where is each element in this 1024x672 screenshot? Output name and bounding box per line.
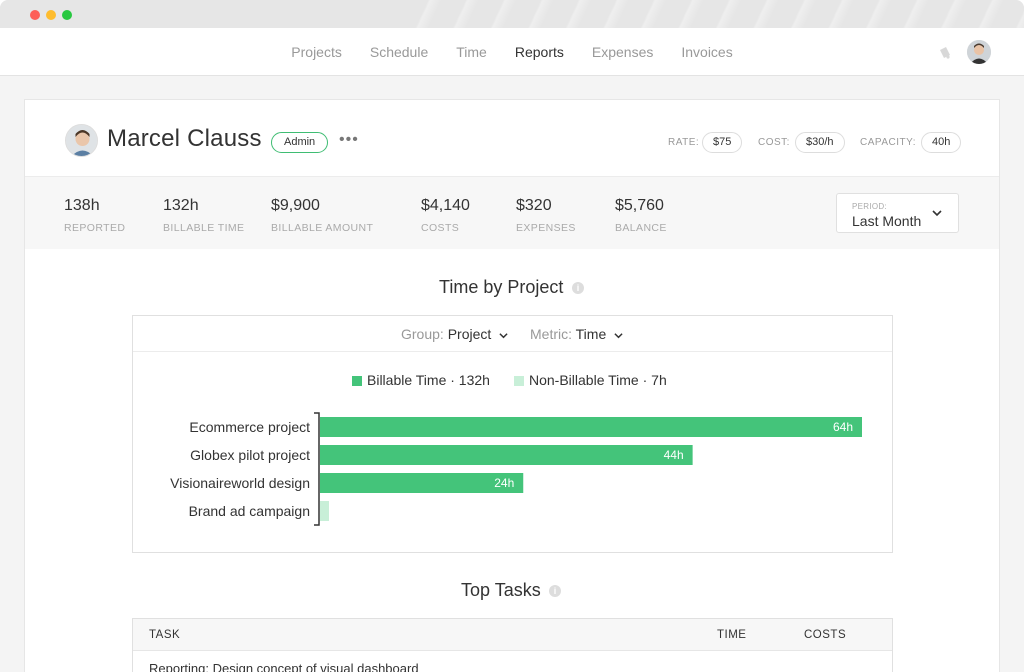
stat-reported: 138h REPORTED [64, 197, 125, 234]
stat-label: BILLABLE TIME [163, 222, 245, 234]
nav-invoices[interactable]: Invoices [681, 44, 732, 60]
maximize-window-button[interactable] [62, 10, 72, 20]
person-avatar-icon [66, 125, 97, 156]
bar-chart-plot: Ecommerce project 64h Globex pilot project… [170, 412, 862, 526]
metric-label: Metric: [530, 326, 572, 342]
period-select[interactable]: PERIOD: Last Month [836, 193, 959, 233]
category-label: Visionaireworld design [170, 475, 310, 491]
stat-billable-time: 132h BILLABLE TIME [163, 197, 244, 234]
nav-reports[interactable]: Reports [515, 44, 564, 60]
column-time[interactable]: TIME [717, 629, 746, 641]
stat-label: BILLABLE AMOUNT [271, 222, 374, 234]
time-by-project-chart: Group: Project Metric: Time Billable Tim… [132, 315, 893, 553]
stat-value: 138h [64, 197, 100, 214]
user-avatar-icon [967, 40, 991, 64]
capacity-value[interactable]: 40h [921, 132, 962, 153]
info-icon[interactable]: i [572, 282, 584, 294]
app-window: Projects Schedule Time Reports Expenses … [0, 0, 1024, 672]
nav-time[interactable]: Time [456, 44, 487, 60]
top-navigation: Projects Schedule Time Reports Expenses … [0, 28, 1024, 76]
column-costs[interactable]: COSTS [804, 629, 846, 641]
legend-non-billable-label: Non-Billable Time · 7h [529, 372, 667, 388]
nav-expenses[interactable]: Expenses [592, 44, 653, 60]
rate-value[interactable]: $75 [702, 132, 743, 153]
minimize-window-button[interactable] [46, 10, 56, 20]
stat-billable-amount: $9,900 BILLABLE AMOUNT [271, 197, 373, 234]
user-avatar-menu[interactable] [967, 40, 991, 64]
stat-value: $9,900 [271, 197, 320, 214]
profile-avatar [65, 124, 98, 157]
stat-value: $4,140 [421, 197, 470, 214]
legend-non-billable[interactable]: Non-Billable Time · 7h [514, 372, 667, 388]
period-value: Last Month [852, 213, 922, 229]
stat-value: $320 [516, 197, 552, 214]
billable-bar[interactable] [320, 417, 862, 437]
nav-schedule[interactable]: Schedule [370, 44, 428, 60]
stat-label: REPORTED [64, 222, 126, 234]
metric-dropdown[interactable]: Metric: Time [530, 326, 623, 342]
group-label: Group: [401, 326, 444, 342]
bar-value-label: 44h [664, 448, 684, 462]
stats-bar: 138h REPORTED 132h BILLABLE TIME $9,900 … [25, 177, 999, 249]
legend-billable[interactable]: Billable Time · 132h [352, 372, 490, 388]
profile-header: Marcel Clauss Admin ••• RATE: $75 COST: … [25, 100, 999, 177]
period-label: PERIOD: [852, 202, 887, 211]
legend-swatch-billable [352, 376, 362, 386]
legend-billable-label: Billable Time · 132h [367, 372, 490, 388]
category-label: Globex pilot project [190, 447, 310, 463]
chevron-down-icon [614, 332, 623, 339]
cost-label: COST: [758, 137, 790, 148]
chart-controls: Group: Project Metric: Time [133, 316, 892, 352]
category-label: Ecommerce project [189, 419, 310, 435]
table-row[interactable]: Reporting: Design concept of visual dash… [149, 661, 419, 672]
window-titlebar [0, 0, 1024, 28]
stat-label: BALANCE [615, 222, 667, 234]
stat-expenses: $320 EXPENSES [516, 197, 576, 234]
rate-label: RATE: [668, 137, 700, 148]
nav-links: Projects Schedule Time Reports Expenses … [0, 28, 1024, 76]
stat-label: COSTS [421, 222, 460, 234]
column-task[interactable]: TASK [149, 629, 180, 641]
notification-icon[interactable] [937, 44, 953, 60]
table-header: TASK TIME COSTS [133, 619, 892, 651]
stat-balance: $5,760 BALANCE [615, 197, 667, 234]
role-badge: Admin [271, 132, 329, 153]
billable-bar[interactable] [320, 473, 524, 493]
stat-value: 132h [163, 197, 199, 214]
cost-value[interactable]: $30/h [795, 132, 845, 153]
stat-value: $5,760 [615, 197, 664, 214]
legend-swatch-non-billable [514, 376, 524, 386]
bar-value-label: 64h [833, 420, 853, 434]
chevron-down-icon [499, 332, 508, 339]
profile-name: Marcel Clauss [107, 125, 262, 152]
time-by-project-title: Time by Project [439, 277, 564, 297]
top-tasks-table: TASK TIME COSTS Reporting: Design concep… [132, 618, 893, 672]
y-axis-bracket [314, 412, 320, 526]
group-value: Project [447, 326, 492, 342]
top-tasks-title: Top Tasks [461, 580, 541, 600]
info-icon[interactable]: i [549, 585, 561, 597]
category-label: Brand ad campaign [189, 503, 310, 519]
metric-value: Time [575, 326, 607, 342]
bar-value-label: 24h [494, 476, 514, 490]
capacity-label: CAPACITY: [860, 137, 916, 148]
report-card: Marcel Clauss Admin ••• RATE: $75 COST: … [24, 99, 1000, 672]
non-billable-bar[interactable] [320, 501, 329, 521]
close-window-button[interactable] [30, 10, 40, 20]
chevron-down-icon [932, 210, 942, 217]
billable-bar[interactable] [320, 445, 693, 465]
more-options-button[interactable]: ••• [339, 131, 359, 149]
stat-costs: $4,140 COSTS [421, 197, 470, 234]
group-dropdown[interactable]: Group: Project [401, 326, 508, 342]
nav-projects[interactable]: Projects [291, 44, 342, 60]
stat-label: EXPENSES [516, 222, 576, 234]
